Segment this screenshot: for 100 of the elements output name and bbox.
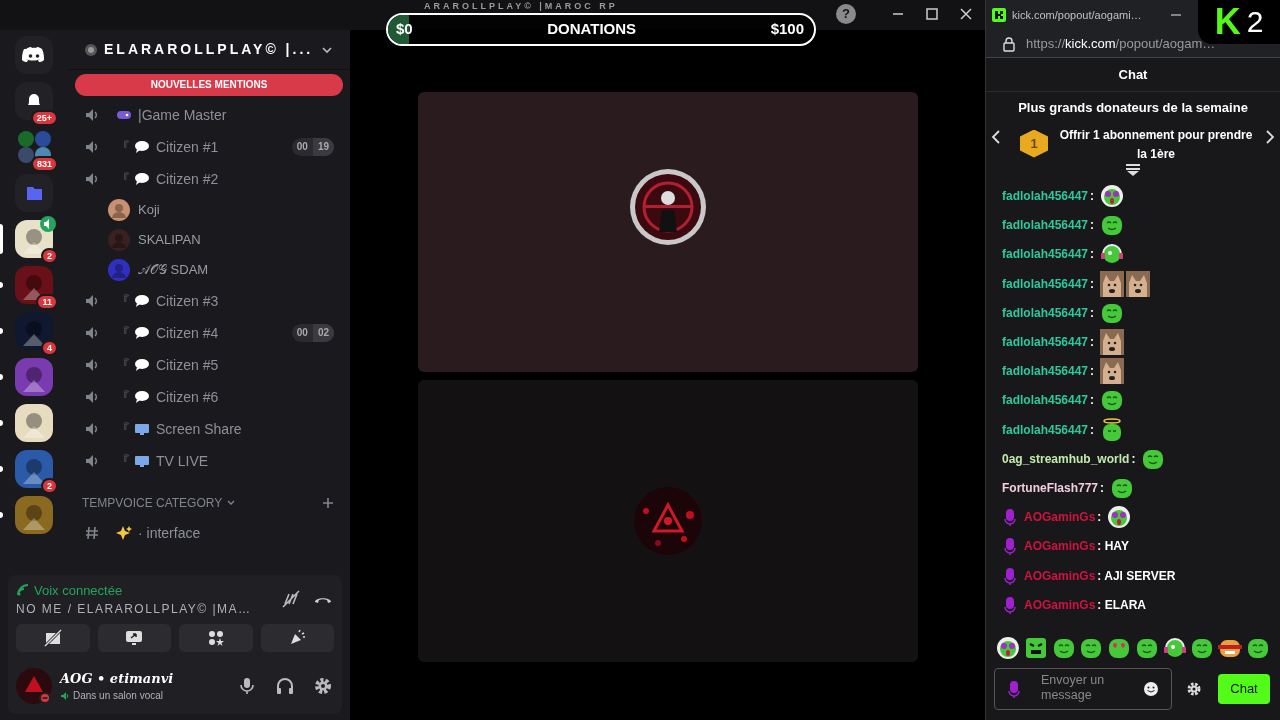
- connection-status[interactable]: Voix connectée: [34, 580, 123, 600]
- emote-icon: [1100, 184, 1125, 209]
- emote-icon: [1100, 213, 1125, 238]
- activities-button[interactable]: [179, 624, 253, 652]
- channel-item[interactable]: · interface: [68, 517, 350, 549]
- unread-pill: [0, 512, 3, 518]
- user-name: Koji: [138, 201, 160, 220]
- settings-icon[interactable]: [1186, 681, 1202, 697]
- notification-badge: 25+: [30, 110, 58, 126]
- camera-off-button[interactable]: [16, 624, 90, 652]
- emote-icon[interactable]: [1079, 636, 1104, 660]
- chat-username[interactable]: AOGaminGs: [1024, 595, 1096, 614]
- chat-message: :: [1090, 334, 1095, 352]
- server-name[interactable]: ELARAROLLPLAY© |...: [104, 39, 314, 60]
- emote-icon[interactable]: [1245, 636, 1270, 660]
- channel-item[interactable]: 『 Citizen #2: [68, 163, 350, 195]
- chat-username[interactable]: fadlolah456447: [1002, 391, 1089, 410]
- chat-username[interactable]: fadlolah456447: [1002, 187, 1089, 206]
- voice-user[interactable]: Koji: [68, 195, 350, 225]
- chat-username[interactable]: FortuneFlash777: [1002, 478, 1099, 497]
- emote-icon[interactable]: [1134, 636, 1159, 660]
- channel-item[interactable]: 『 Citizen #6: [68, 381, 350, 413]
- notification-badge: 831: [30, 156, 58, 172]
- chat-message: :: [1090, 421, 1095, 439]
- channel-prefix: 『: [116, 291, 130, 311]
- emote-icon[interactable]: [996, 636, 1020, 660]
- chat-username[interactable]: AOGaminGs: [1024, 537, 1096, 556]
- channel-item[interactable]: 『 Screen Share: [68, 413, 350, 445]
- chat-username[interactable]: fadlolah456447: [1002, 333, 1089, 352]
- message-input-field[interactable]: Envoyer un message: [1031, 671, 1133, 707]
- chat-username[interactable]: AOGaminGs: [1024, 566, 1096, 585]
- chat-username[interactable]: fadlolah456447: [1002, 245, 1089, 264]
- category-title[interactable]: TEMPVOICE CATEGORY: [82, 494, 223, 512]
- channel-item[interactable]: 『 Citizen #1 00 19: [68, 131, 350, 163]
- monitor-icon: [134, 422, 150, 436]
- folder-icon[interactable]: [15, 174, 53, 212]
- discord-logo-icon[interactable]: [15, 36, 53, 74]
- speech-bubble-icon: [134, 390, 150, 404]
- screen-share-button[interactable]: [97, 624, 171, 652]
- emote-icon[interactable]: [1051, 636, 1076, 660]
- monitor-icon: [134, 454, 150, 468]
- notification-badge: 11: [36, 294, 58, 310]
- user-name[interactable]: AOG • etimanvi: [60, 668, 228, 689]
- cat-emote-icon: [1126, 270, 1151, 297]
- soundboard-button[interactable]: [260, 624, 334, 652]
- notification-badge: 2: [41, 478, 58, 494]
- emote-icon[interactable]: [1023, 636, 1048, 660]
- chat-username[interactable]: fadlolah456447: [1002, 303, 1089, 322]
- chat-message: :: [1097, 509, 1102, 527]
- lock-icon: [1002, 35, 1016, 52]
- emote-icon: [1100, 388, 1125, 413]
- scroll-down-icon[interactable]: [1125, 163, 1141, 176]
- chevron-right-icon[interactable]: [1264, 128, 1276, 145]
- headphones-icon[interactable]: [274, 675, 296, 697]
- channel-item[interactable]: 『 Citizen #5: [68, 349, 350, 381]
- voice-user[interactable]: 𝒜𝒪𝒢 SDAM: [68, 255, 350, 285]
- channel-item[interactable]: 『 Citizen #3: [68, 285, 350, 317]
- chat-message: :: [1090, 188, 1095, 206]
- emote-icon[interactable]: [1190, 636, 1215, 660]
- help-button[interactable]: ?: [836, 4, 856, 24]
- server-folder-icon[interactable]: [15, 128, 53, 166]
- emote-icon[interactable]: [1107, 636, 1132, 660]
- mentions-banner[interactable]: NOUVELLES MENTIONS: [75, 74, 343, 96]
- channel-name: Citizen #4: [156, 323, 220, 343]
- chat-username[interactable]: fadlolah456447: [1002, 420, 1089, 439]
- speech-bubble-icon: [134, 172, 150, 186]
- channel-item[interactable]: 『 Citizen #4 00 02: [68, 317, 350, 349]
- voice-user[interactable]: SKALIPAN: [68, 225, 350, 255]
- emote-icon[interactable]: [1162, 636, 1187, 660]
- channel-item[interactable]: 『 TV LIVE: [68, 445, 350, 477]
- channel-prefix: 『: [116, 169, 130, 189]
- notification-badge: 4: [41, 340, 58, 356]
- chat-send-button[interactable]: Chat: [1218, 674, 1270, 704]
- user-avatar-icon[interactable]: [16, 668, 52, 704]
- logo-letter: K: [1214, 4, 1241, 40]
- chevron-left-icon[interactable]: [990, 128, 1002, 145]
- cat-emote-icon: [1100, 270, 1125, 297]
- message-composer[interactable]: Envoyer un message: [994, 668, 1172, 710]
- cat-emote-icon: [1100, 358, 1125, 385]
- speaker-icon: [84, 325, 100, 341]
- voice-channel-name[interactable]: NO ME / ELARAROLLPLAY© |MA…: [16, 600, 272, 618]
- speaker-icon: [84, 357, 100, 373]
- chat-username[interactable]: fadlolah456447: [1002, 216, 1089, 235]
- server-icon[interactable]: [15, 496, 53, 534]
- channel-item[interactable]: |Game Master: [68, 99, 350, 131]
- server-icon[interactable]: [15, 404, 53, 442]
- unread-pill: [0, 328, 3, 334]
- browser-tab-title: kick.com/popout/aogami…: [1012, 7, 1142, 23]
- chat-username[interactable]: 0ag_streamhub_world: [1002, 449, 1130, 468]
- channel-prefix: 『: [116, 387, 130, 407]
- chat-message: : ELARA: [1097, 596, 1147, 614]
- plus-icon[interactable]: [322, 497, 334, 509]
- chat-username[interactable]: fadlolah456447: [1002, 362, 1089, 381]
- unread-pill: [0, 466, 3, 472]
- settings-icon[interactable]: [312, 675, 334, 697]
- leaderboard-title: Plus grands donateurs de la semaine: [1017, 99, 1249, 117]
- chat-username[interactable]: AOGaminGs: [1024, 508, 1096, 527]
- chat-username[interactable]: fadlolah456447: [1002, 274, 1089, 293]
- bell-icon[interactable]: [15, 82, 53, 120]
- emoji-icon[interactable]: [1143, 681, 1159, 697]
